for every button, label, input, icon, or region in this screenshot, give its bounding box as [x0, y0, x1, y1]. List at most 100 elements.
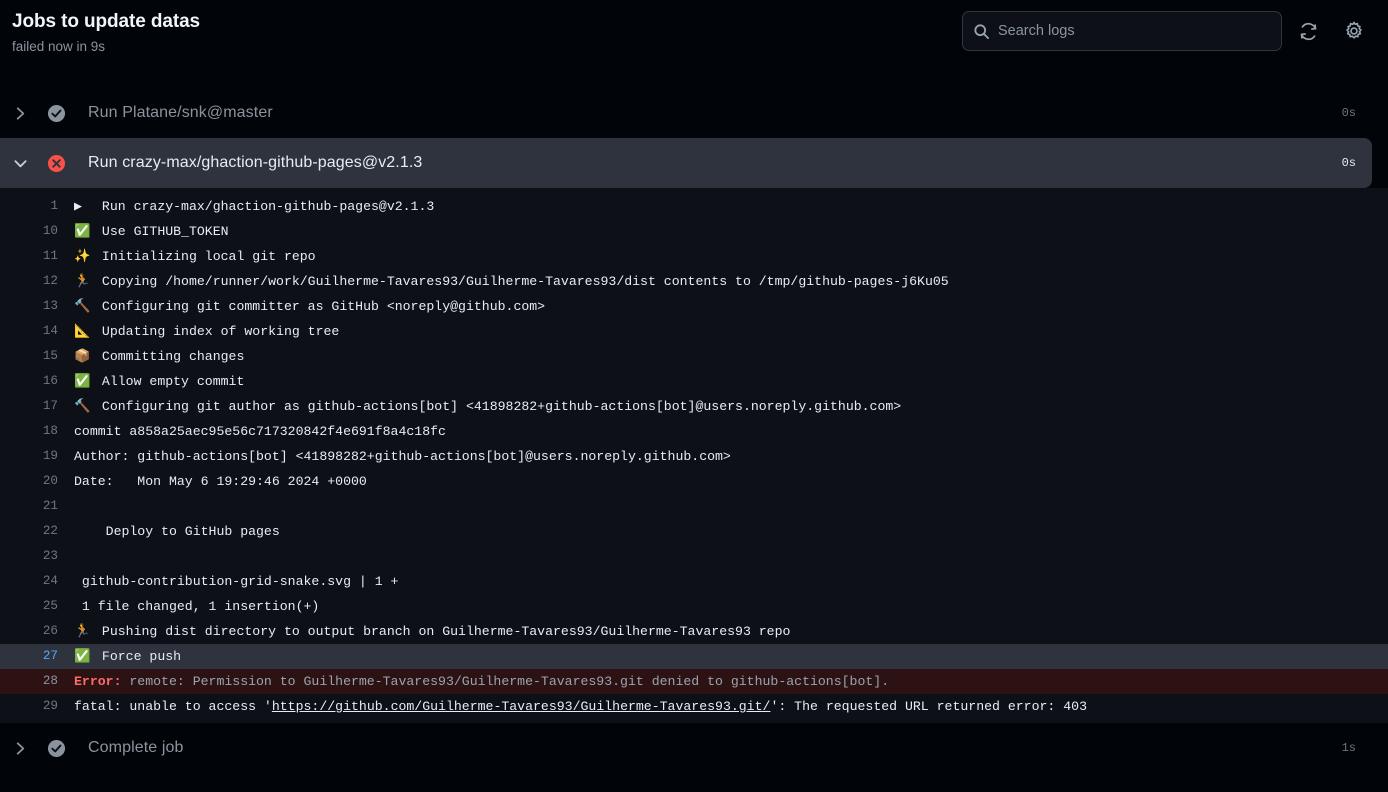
- log-line-number: 14: [42, 324, 58, 338]
- log-line-content: 🏃 Copying /home/runner/work/Guilherme-Ta…: [58, 269, 1388, 294]
- triangular-ruler-emoji: 📐: [74, 324, 91, 339]
- white-check-mark-emoji: ✅: [74, 649, 91, 664]
- page-title: Jobs to update datas: [12, 11, 201, 32]
- log-text: Date: Mon May 6 19:29:46 2024 +0000: [74, 474, 367, 489]
- log-text: Author: github-actions[bot] <41898282+gi…: [74, 449, 731, 464]
- log-text: Copying /home/runner/work/Guilherme-Tava…: [101, 274, 949, 289]
- log-line: 25 1 file changed, 1 insertion(+): [0, 594, 1388, 619]
- log-line: 26 🏃 Pushing dist directory to output bra…: [0, 619, 1388, 644]
- log-line: 10 ✅ Use GITHUB_TOKEN: [0, 219, 1388, 244]
- log-line-number: 25: [42, 599, 58, 613]
- log-link[interactable]: https://github.com/Guilherme-Tavares93/G…: [272, 699, 771, 714]
- log-line-content: Error: remote: Permission to Guilherme-T…: [58, 669, 1388, 694]
- x-circle-icon: [46, 153, 66, 173]
- log-line-content: 📦 Committing changes: [58, 344, 1388, 369]
- step-row[interactable]: Run crazy-max/ghaction-github-pages@v2.1…: [0, 138, 1372, 188]
- log-text: Pushing dist directory to output branch …: [101, 624, 791, 639]
- search-input[interactable]: [998, 23, 1271, 39]
- log-header: Jobs to update datas failed now in 9s: [0, 0, 1388, 88]
- log-text: Force push: [101, 649, 182, 664]
- log-line-content: ✨ Initializing local git repo: [58, 244, 1388, 269]
- step-row[interactable]: Complete job 1s: [0, 723, 1372, 773]
- log-line-content: 🔨 Configuring git author as github-actio…: [58, 394, 1388, 419]
- log-line-number: 11: [42, 249, 58, 263]
- log-line-content: Date: Mon May 6 19:29:46 2024 +0000: [58, 469, 1388, 494]
- refresh-icon[interactable]: [1288, 11, 1328, 51]
- log-line-number: 20: [42, 474, 58, 488]
- log-line-content: 1 file changed, 1 insertion(+): [58, 594, 1388, 619]
- log-line-number: 1: [50, 199, 58, 213]
- log-line: 14 📐 Updating index of working tree: [0, 319, 1388, 344]
- step-label: Run crazy-max/ghaction-github-pages@v2.1…: [88, 154, 423, 171]
- log-line-content: 🔨 Configuring git committer as GitHub <n…: [58, 294, 1388, 319]
- log-line-content: 📐 Updating index of working tree: [58, 319, 1388, 344]
- hammer-emoji: 🔨: [74, 399, 91, 414]
- log-line-number: 23: [42, 549, 58, 563]
- runner-emoji: 🏃: [74, 274, 91, 289]
- log-line-number: 10: [42, 224, 58, 238]
- log-line: 27 ✅ Force push: [0, 644, 1388, 669]
- hammer-emoji: 🔨: [74, 299, 91, 314]
- title-block: Jobs to update datas failed now in 9s: [8, 6, 200, 57]
- log-line: 29 fatal: unable to access 'https://githu…: [0, 694, 1388, 719]
- log-line: 11 ✨ Initializing local git repo: [0, 244, 1388, 269]
- log-line: 13 🔨 Configuring git committer as GitHub …: [0, 294, 1388, 319]
- white-check-mark-emoji: ✅: [74, 374, 91, 389]
- log-text: ': The requested URL returned error: 403: [770, 699, 1087, 714]
- log-line-number: 24: [42, 574, 58, 588]
- log-line-content: Deploy to GitHub pages: [58, 519, 1388, 544]
- log-line: 1 ▶ Run crazy-max/ghaction-github-pages@v…: [0, 194, 1388, 219]
- log-line-number: 12: [42, 274, 58, 288]
- log-line-content: fatal: unable to access 'https://github.…: [58, 694, 1388, 719]
- log-line: 20 Date: Mon May 6 19:29:46 2024 +0000: [0, 469, 1388, 494]
- chevron-right-icon[interactable]: [8, 736, 32, 760]
- log-line-number: 27: [42, 649, 58, 663]
- log-line-content: ✅ Allow empty commit: [58, 369, 1388, 394]
- gear-icon[interactable]: [1334, 11, 1374, 51]
- log-line-number: 28: [42, 674, 58, 688]
- step-duration: 0s: [1341, 156, 1356, 170]
- chevron-down-icon[interactable]: [8, 151, 32, 175]
- log-text: Configuring git author as github-actions…: [101, 399, 902, 414]
- log-text: 1 file changed, 1 insertion(+): [74, 599, 320, 614]
- log-line: 12 🏃 Copying /home/runner/work/Guilherme-…: [0, 269, 1388, 294]
- log-line: 17 🔨 Configuring git author as github-act…: [0, 394, 1388, 419]
- error-message: remote: Permission to Guilherme-Tavares9…: [121, 674, 890, 689]
- step-duration: 0s: [1341, 106, 1356, 120]
- log-line: 15 📦 Committing changes: [0, 344, 1388, 369]
- log-text: fatal: unable to access ': [74, 699, 272, 714]
- log-text: Deploy to GitHub pages: [74, 524, 280, 539]
- job-status-subtitle: failed now in 9s: [12, 39, 106, 54]
- error-label: Error:: [74, 674, 122, 689]
- check-circle-icon: [46, 103, 66, 123]
- log-line-number: 17: [42, 399, 58, 413]
- step-row[interactable]: Run Platane/snk@master 0s: [0, 88, 1372, 138]
- log-line-content: commit a858a25aec95e56c717320842f4e691f8…: [58, 419, 1388, 444]
- log-line-number: 22: [42, 524, 58, 538]
- log-line-number: 29: [42, 699, 58, 713]
- check-circle-icon: [46, 738, 66, 758]
- log-text: Committing changes: [101, 349, 245, 364]
- step-duration: 1s: [1341, 741, 1356, 755]
- log-line: 22 Deploy to GitHub pages: [0, 519, 1388, 544]
- log-output[interactable]: 1 ▶ Run crazy-max/ghaction-github-pages@v…: [0, 188, 1388, 723]
- log-line: 28 Error: remote: Permission to Guilherme…: [0, 669, 1388, 694]
- log-line: 24 github-contribution-grid-snake.svg | …: [0, 569, 1388, 594]
- log-line-number: 26: [42, 624, 58, 638]
- log-line: 18 commit a858a25aec95e56c717320842f4e691…: [0, 419, 1388, 444]
- log-line-number: 21: [42, 499, 58, 513]
- log-text: github-contribution-grid-snake.svg | 1 +: [74, 574, 399, 589]
- chevron-right-icon[interactable]: [8, 101, 32, 125]
- log-line: 19 Author: github-actions[bot] <41898282+…: [0, 444, 1388, 469]
- log-line: 23: [0, 544, 1388, 569]
- log-text: Use GITHUB_TOKEN: [101, 224, 229, 239]
- play-triangle-icon: ▶: [74, 199, 82, 214]
- search-icon: [973, 23, 990, 40]
- search-logs-field[interactable]: [962, 11, 1282, 51]
- log-line: 16 ✅ Allow empty commit: [0, 369, 1388, 394]
- log-text: Updating index of working tree: [101, 324, 340, 339]
- step-label: Run Platane/snk@master: [88, 104, 273, 121]
- package-emoji: 📦: [74, 349, 91, 364]
- log-line-number: 15: [42, 349, 58, 363]
- log-line-number: 19: [42, 449, 58, 463]
